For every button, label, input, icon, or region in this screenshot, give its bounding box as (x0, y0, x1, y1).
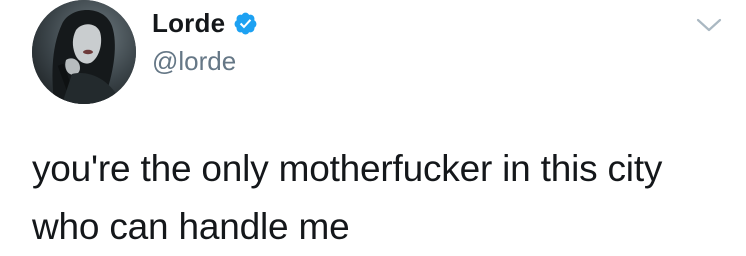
display-name[interactable]: Lorde (152, 8, 225, 39)
chevron-down-icon[interactable] (694, 14, 724, 36)
avatar[interactable] (32, 0, 136, 104)
tweet-card: Lorde @lorde you're the only motherfucke… (0, 0, 746, 248)
username-handle[interactable]: @lorde (152, 46, 236, 77)
tweet-text: you're the only motherfucker in this cit… (32, 148, 663, 247)
verified-badge-icon (233, 11, 258, 36)
author-name-row: Lorde (152, 6, 258, 40)
profile-photo-icon (32, 0, 136, 104)
